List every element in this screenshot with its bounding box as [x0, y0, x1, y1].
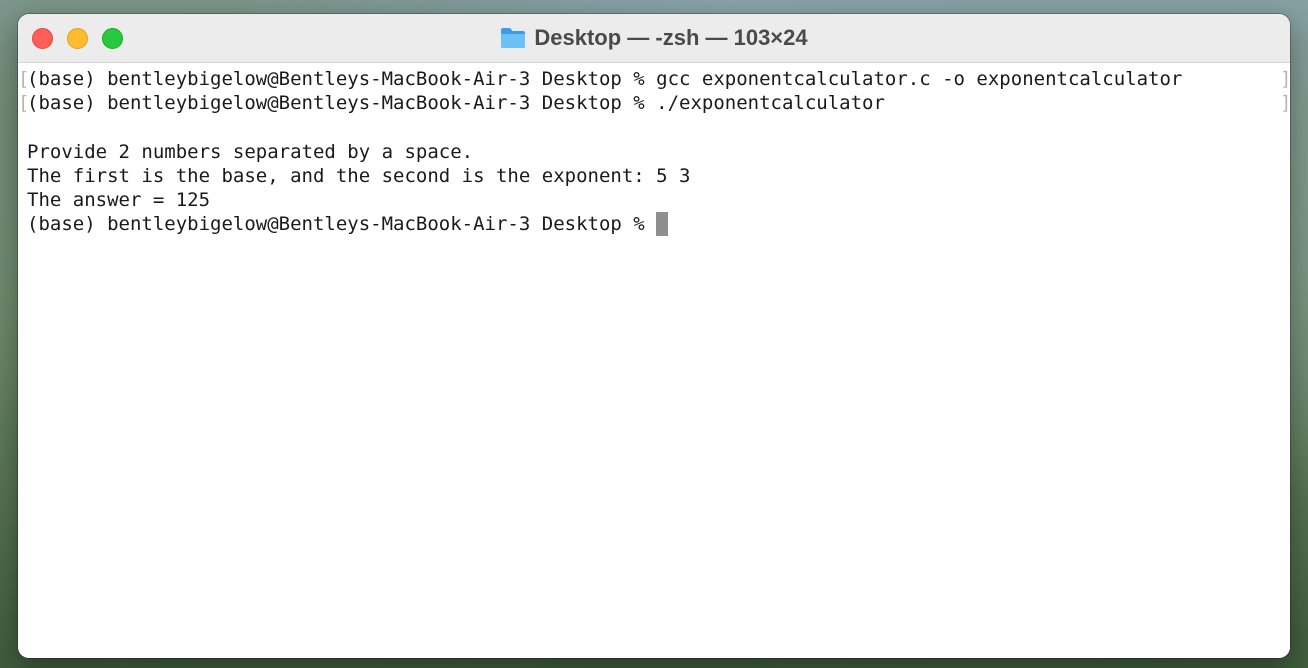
prompt-text: (base) bentleybigelow@Bentleys-MacBook-A…: [27, 213, 657, 235]
window-title: Desktop — -zsh — 103×24: [534, 25, 808, 50]
terminal-line: (base) bentleybigelow@Bentleys-MacBook-A…: [27, 92, 885, 114]
folder-icon: [500, 27, 526, 49]
line-mark-right: ]: [1280, 67, 1290, 91]
terminal-output[interactable]: [ ] [ ] (base) bentleybigelow@Bentleys-M…: [18, 63, 1290, 658]
terminal-line: (base) bentleybigelow@Bentleys-MacBook-A…: [27, 68, 1183, 90]
prompt-line[interactable]: (base) bentleybigelow@Bentleys-MacBook-A…: [27, 212, 669, 236]
terminal-window[interactable]: Desktop — -zsh — 103×24 [ ] [ ] (base) b…: [18, 14, 1290, 658]
window-title-wrap: Desktop — -zsh — 103×24: [18, 14, 1290, 62]
title-bar[interactable]: Desktop — -zsh — 103×24: [18, 14, 1290, 63]
terminal-line: Provide 2 numbers separated by a space.: [27, 141, 474, 163]
line-mark-right: ]: [1280, 91, 1290, 115]
text-cursor: [656, 212, 669, 236]
terminal-line: The first is the base, and the second is…: [27, 165, 691, 187]
terminal-line: The answer = 125: [27, 189, 211, 211]
